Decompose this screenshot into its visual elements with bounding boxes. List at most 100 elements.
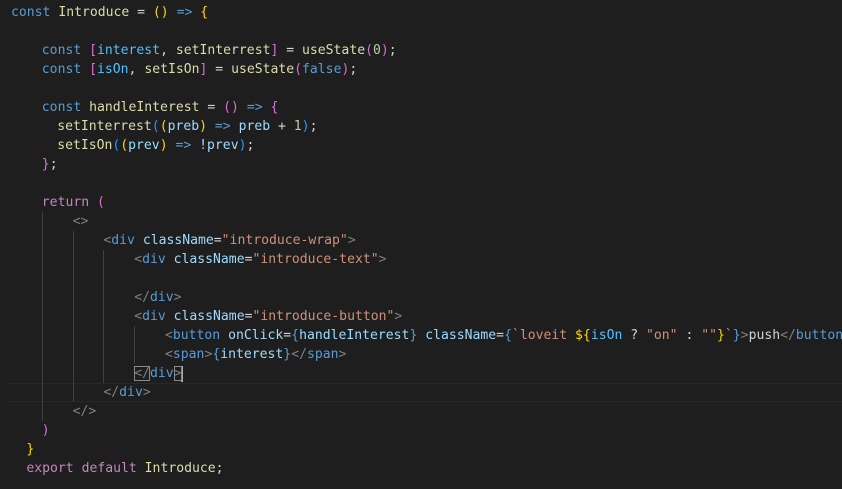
code-line[interactable] bbox=[0, 22, 842, 41]
code-token: > bbox=[378, 252, 387, 267]
line-content: </div> bbox=[103, 385, 150, 400]
code-token: interest bbox=[220, 347, 284, 362]
code-token: = bbox=[213, 233, 222, 248]
code-token: : bbox=[677, 328, 702, 343]
code-line[interactable]: </> bbox=[0, 402, 842, 421]
indent-guide bbox=[103, 307, 105, 326]
code-token: setIsOn bbox=[144, 62, 200, 77]
code-token: + bbox=[270, 119, 294, 134]
code-token: prev bbox=[128, 138, 160, 153]
code-token: ( bbox=[97, 195, 105, 210]
code-token: > bbox=[347, 233, 356, 248]
code-token: ) bbox=[380, 43, 389, 58]
code-line[interactable]: <div className="introduce-button"> bbox=[0, 307, 842, 326]
indent-guide bbox=[41, 383, 43, 402]
code-token: const bbox=[41, 100, 82, 115]
code-token: } bbox=[283, 347, 292, 362]
indent-guide bbox=[72, 269, 74, 288]
code-token: ) bbox=[199, 119, 208, 134]
code-token: </ bbox=[780, 328, 796, 343]
line-content: }; bbox=[42, 157, 58, 172]
code-token: setInterrest bbox=[175, 43, 271, 58]
code-line[interactable]: }; bbox=[0, 155, 842, 174]
code-line[interactable]: const [interest, setInterrest] = useStat… bbox=[0, 41, 842, 60]
code-token: ( bbox=[365, 43, 373, 58]
code-line[interactable] bbox=[0, 79, 842, 98]
code-line[interactable]: return ( bbox=[0, 193, 842, 212]
code-line[interactable]: <> bbox=[0, 212, 842, 231]
code-line[interactable]: const [isOn, setIsOn] = useState(false); bbox=[0, 60, 842, 79]
indent-guide bbox=[72, 345, 74, 364]
code-line[interactable]: <div className="introduce-wrap"> bbox=[0, 231, 842, 250]
code-line[interactable]: <span>{interest}</span> bbox=[0, 345, 842, 364]
code-token: span bbox=[172, 347, 205, 362]
code-token: useState bbox=[302, 43, 366, 58]
code-line[interactable]: <button onClick={handleInterest} classNa… bbox=[0, 326, 842, 345]
line-content: export default Introduce; bbox=[26, 461, 223, 476]
code-token: () bbox=[152, 5, 169, 20]
code-token: > bbox=[173, 290, 182, 305]
code-line[interactable]: setInterrest((preb) => preb + 1); bbox=[0, 117, 842, 136]
code-editor[interactable]: const Introduce = () => {const [interest… bbox=[0, 0, 842, 489]
indent-guide bbox=[41, 345, 43, 364]
code-token: { bbox=[291, 328, 300, 343]
code-token: } bbox=[41, 157, 50, 172]
code-line[interactable] bbox=[0, 174, 842, 193]
code-token: < bbox=[134, 309, 143, 324]
code-line[interactable]: } bbox=[0, 440, 842, 459]
code-line[interactable]: export default Introduce; bbox=[0, 459, 842, 478]
line-content: } bbox=[26, 442, 34, 457]
code-token: ( bbox=[151, 119, 160, 134]
code-token: isOn bbox=[590, 328, 623, 343]
code-lines: const Introduce = () => {const [interest… bbox=[0, 3, 842, 478]
code-token: , bbox=[160, 43, 176, 58]
code-token: export bbox=[26, 461, 74, 476]
code-line[interactable]: ) bbox=[0, 421, 842, 440]
code-token: preb bbox=[238, 119, 271, 134]
code-token: useState bbox=[231, 62, 295, 77]
code-line[interactable]: const Introduce = () => { bbox=[0, 3, 842, 22]
indent-guide bbox=[41, 364, 43, 383]
code-line[interactable]: </div> bbox=[0, 364, 842, 383]
line-content: <div className="introduce-button"> bbox=[134, 309, 402, 324]
code-token: <> bbox=[72, 214, 89, 229]
code-token: < bbox=[165, 347, 173, 362]
code-token: ) bbox=[159, 138, 168, 153]
code-token: handleInterest bbox=[299, 328, 410, 343]
code-line[interactable]: const handleInterest = () => { bbox=[0, 98, 842, 117]
code-token: { bbox=[504, 328, 512, 343]
code-token: false bbox=[302, 62, 342, 77]
code-token: > bbox=[142, 385, 151, 400]
code-token: "introduce-text" bbox=[252, 252, 379, 267]
code-token: [ bbox=[89, 43, 97, 58]
code-token: !prev bbox=[199, 138, 239, 153]
indent-guide bbox=[41, 326, 43, 345]
code-token: div bbox=[149, 366, 174, 381]
code-line[interactable] bbox=[0, 269, 842, 288]
code-token: = bbox=[283, 328, 292, 343]
code-token: const bbox=[11, 5, 51, 20]
code-token: className bbox=[173, 309, 245, 324]
code-token: className bbox=[142, 233, 214, 248]
indent-guide bbox=[103, 364, 105, 383]
code-token: ( bbox=[159, 119, 168, 134]
code-token: { bbox=[200, 5, 209, 20]
code-token: } bbox=[717, 328, 725, 343]
code-line[interactable]: </div> bbox=[0, 288, 842, 307]
code-token: </ bbox=[291, 347, 307, 362]
code-token: ) bbox=[41, 423, 50, 438]
code-token: setInterrest bbox=[57, 119, 152, 134]
line-content: setInterrest((preb) => preb + 1); bbox=[57, 119, 317, 134]
code-line[interactable]: <div className="introduce-text"> bbox=[0, 250, 842, 269]
code-line[interactable]: setIsOn((prev) => !prev); bbox=[0, 136, 842, 155]
code-token: </ bbox=[103, 385, 120, 400]
code-token: Introduce bbox=[58, 5, 130, 20]
code-line[interactable]: </div> bbox=[0, 383, 842, 402]
